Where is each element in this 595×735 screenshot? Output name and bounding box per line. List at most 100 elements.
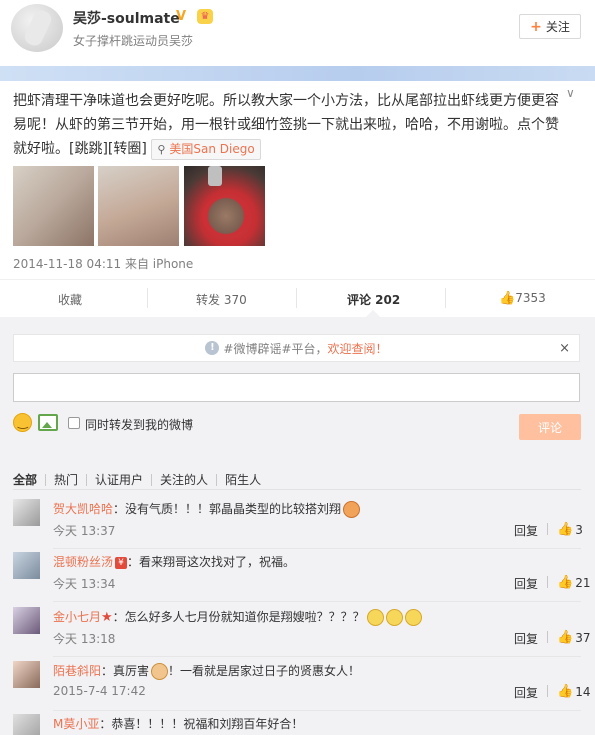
image-icon[interactable] (38, 414, 58, 431)
comment-section: ! #微博辟谣#平台， 欢迎查阅！ × 同时转发到我的微博 评论 全部 热门 认… (0, 317, 595, 735)
commenter-name[interactable]: M莫小亚 (53, 717, 99, 731)
like-count: 7353 (515, 291, 546, 305)
comment-like-count: 3 (575, 522, 583, 537)
thumbs-up-icon: 👍 (557, 522, 574, 537)
close-icon[interactable]: × (559, 341, 570, 356)
avatar[interactable] (13, 714, 40, 735)
thumbs-up-icon: 👍 (557, 630, 574, 645)
divider (147, 288, 148, 308)
location-label: 美国San Diego (169, 141, 255, 156)
comment-like-button[interactable]: 👍 37 (557, 630, 590, 645)
comment-body: ：真厉害 (101, 664, 150, 678)
divider (45, 473, 47, 486)
divider (547, 523, 548, 535)
photo-detail (202, 196, 250, 236)
tab-strangers[interactable]: 陌生人 (225, 471, 261, 488)
member-crown-icon: ♛ (197, 9, 213, 24)
comment-text: 混顿粉丝汤 ¥ ：看来翔哥这次找对了，祝福。 (53, 553, 295, 570)
post-meta: 2014-11-18 04:11 来自 iPhone (13, 255, 193, 272)
comment-item: 金小七月★：怎么好多人七月份就知道你是翔嫂啦？？？？ 今天 13:18 回复 👍… (0, 603, 595, 657)
tab-verified-users[interactable]: 认证用户 (95, 471, 143, 488)
divider (216, 473, 218, 486)
favorite-button[interactable]: 收藏 (58, 291, 82, 308)
vip-icon: ¥ (115, 556, 128, 569)
reply-button[interactable]: 回复 (514, 630, 538, 647)
thumbs-up-icon: 👍 (499, 291, 516, 306)
divider (547, 631, 548, 643)
comment-body: ：怎么好多人七月份就知道你是翔嫂啦？？？？ (112, 610, 365, 624)
commenter-name[interactable]: 混顿粉丝汤 (53, 555, 113, 569)
comment-item: 贺大凯哈哈：没有气质！！！郭晶晶类型的比较搭刘翔 今天 13:37 回复 👍 3 (0, 495, 595, 549)
like-button[interactable]: 👍7353 (499, 291, 546, 306)
emoticon-icon (366, 609, 384, 626)
emoticon-icon (404, 609, 422, 626)
location-tag[interactable]: ⚲ 美国San Diego (151, 138, 261, 160)
comment-text: 陌巷斜阳：真厉害 ！一看就是居家过日子的贤惠女人！ (53, 662, 360, 680)
avatar[interactable] (13, 661, 40, 688)
commenter-name[interactable]: 金小七月 (53, 610, 101, 624)
location-pin-icon: ⚲ (157, 142, 166, 156)
tab-following[interactable]: 关注的人 (160, 471, 208, 488)
plus-icon: + (530, 18, 542, 35)
emoticon-icon (385, 609, 403, 626)
post-source: 来自 iPhone (124, 257, 194, 271)
comment-like-count: 21 (575, 575, 591, 590)
star-icon: ★ (101, 610, 113, 625)
user-avatar[interactable] (11, 4, 63, 52)
comment-like-count: 37 (575, 630, 591, 645)
divider (547, 685, 548, 697)
divider (151, 473, 153, 486)
profile-header: 吴莎-soulmate V ♛ 女子撑杆跳运动员吴莎 + 关注 (0, 0, 595, 66)
submit-comment-button[interactable]: 评论 (519, 414, 581, 440)
divider (296, 288, 297, 308)
comment-input[interactable] (13, 373, 580, 402)
comment-time: 今天 13:18 (53, 632, 116, 646)
info-icon: ! (205, 341, 220, 355)
divider (13, 489, 581, 490)
user-description: 女子撑杆跳运动员吴莎 (73, 34, 194, 48)
tab-hot[interactable]: 热门 (54, 471, 78, 488)
notice-link[interactable]: 欢迎查阅！ (328, 340, 388, 357)
commenter-name[interactable]: 陌巷斜阳 (53, 664, 101, 678)
post-body: 把虾清理干净味道也会更好吃呢。所以教大家一个小方法，比从尾部拉出虾线更方便更容易… (13, 89, 561, 161)
comment-time: 今天 13:37 (53, 524, 116, 538)
thumbs-up-emoticon-icon (151, 663, 169, 680)
reply-button[interactable]: 回复 (514, 575, 538, 592)
divider (547, 576, 548, 588)
comment-item: 混顿粉丝汤 ¥ ：看来翔哥这次找对了，祝福。 今天 13:34 回复 👍 21 (0, 548, 595, 602)
thumbs-up-icon: 👍 (557, 684, 574, 699)
cover-banner-strip (0, 66, 595, 81)
repost-checkbox[interactable] (68, 417, 80, 429)
commenter-name[interactable]: 贺大凯哈哈 (53, 502, 113, 516)
comment-body: ：恭喜！！！！祝福和刘翔百年好合！ (99, 717, 304, 731)
comment-like-button[interactable]: 👍 21 (557, 575, 590, 590)
rumor-notice: ! #微博辟谣#平台， 欢迎查阅！ × (13, 334, 580, 362)
divider (53, 601, 581, 602)
repost-button[interactable]: 转发 370 (196, 291, 247, 308)
repost-checkbox-label[interactable]: 同时转发到我的微博 (85, 416, 193, 433)
comment-like-button[interactable]: 👍 3 (557, 522, 583, 537)
avatar[interactable] (13, 552, 40, 579)
follow-button[interactable]: + 关注 (519, 14, 581, 39)
tab-all[interactable]: 全部 (13, 471, 37, 488)
avatar[interactable] (13, 607, 40, 634)
post-photo[interactable] (184, 166, 265, 246)
post-photo[interactable] (98, 166, 179, 246)
comment-like-button[interactable]: 👍 14 (557, 684, 590, 699)
reply-button[interactable]: 回复 (514, 522, 538, 539)
reply-button[interactable]: 回复 (514, 684, 538, 701)
user-name[interactable]: 吴莎-soulmate (73, 8, 180, 28)
avatar[interactable] (13, 499, 40, 526)
emoji-icon[interactable] (13, 413, 32, 432)
emoticon-icon (343, 501, 361, 518)
post-time[interactable]: 2014-11-18 04:11 (13, 257, 121, 271)
follow-label: 关注 (545, 20, 570, 34)
comment-like-count: 14 (575, 684, 591, 699)
comment-text: 金小七月★：怎么好多人七月份就知道你是翔嫂啦？？？？ (53, 608, 422, 626)
comment-text: M莫小亚：恭喜！！！！祝福和刘翔百年好合！ (53, 715, 303, 732)
comment-item: 陌巷斜阳：真厉害 ！一看就是居家过日子的贤惠女人！ 2015-7-4 17:42 … (0, 657, 595, 711)
chevron-down-icon[interactable]: ∨ (566, 86, 580, 100)
post-photo[interactable] (13, 166, 94, 246)
thumbs-up-icon: 👍 (557, 575, 574, 590)
post-text: 把虾清理干净味道也会更好吃呢。所以教大家一个小方法，比从尾部拉出虾线更方便更容易… (13, 93, 559, 157)
